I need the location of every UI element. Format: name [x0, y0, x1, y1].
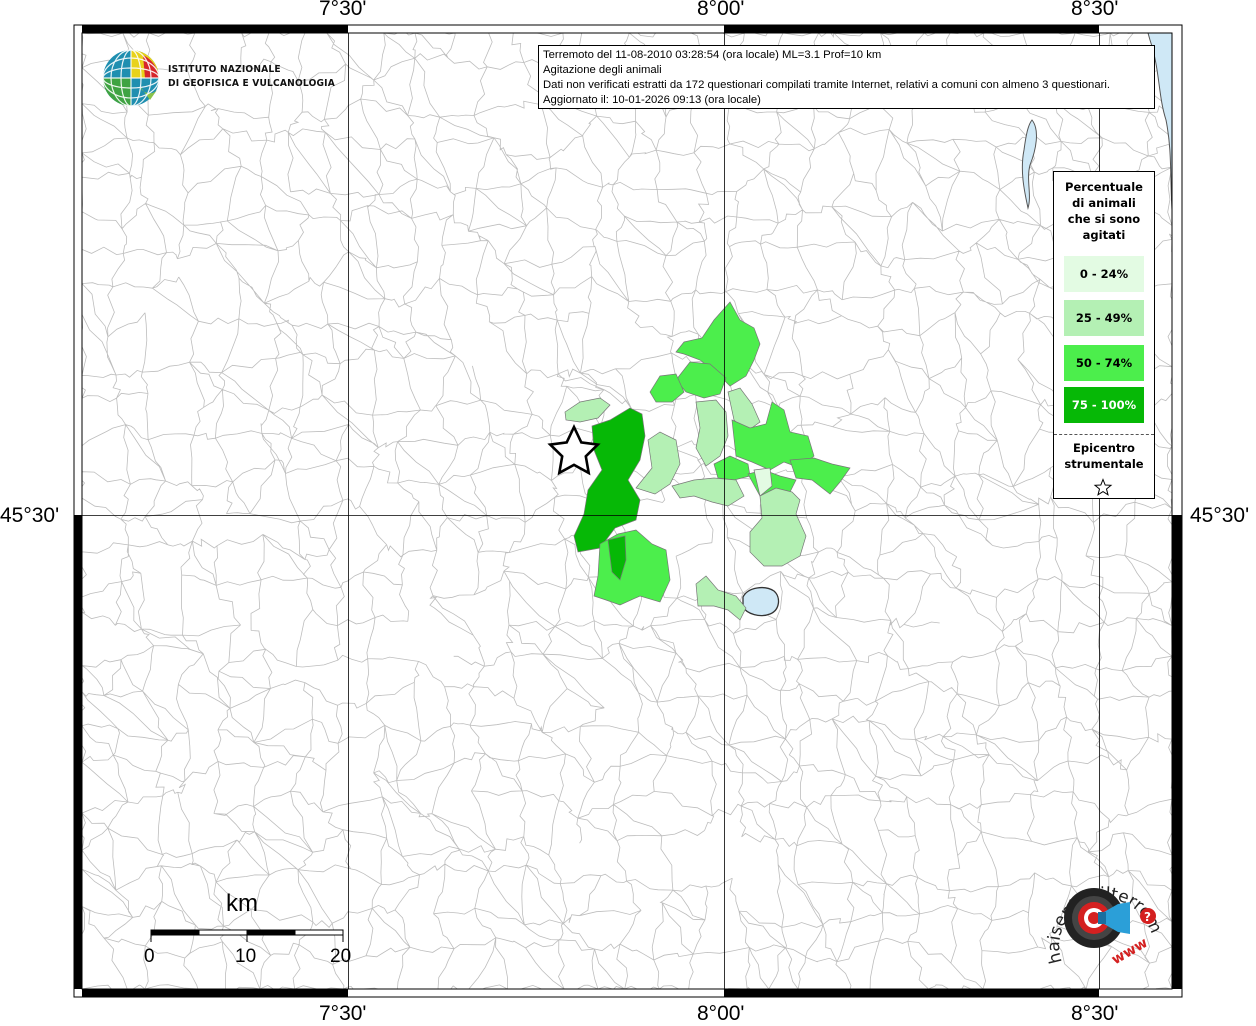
legend-title-line: che si sono [1067, 212, 1141, 226]
lake-shape [742, 586, 780, 617]
ingv-logo-line1: ISTITUTO NAZIONALE [168, 64, 281, 75]
info-updated-line: Aggiornato il: 10-01-2026 09:13 (ora loc… [543, 94, 761, 106]
legend-epicenter-label: Epicentro strumentale [1054, 440, 1154, 472]
longitude-label-bottom-8-30: 8°30' [1071, 1002, 1119, 1025]
longitude-label-top-7-30: 7°30' [319, 0, 367, 20]
map-canvas: haisentitoilterremoto.it ? www [0, 0, 1183, 998]
scale-bar-tick-0: 0 [144, 946, 155, 967]
info-title-line: Agitazione degli animali [543, 64, 662, 76]
longitude-label-bottom-7-30: 7°30' [319, 1002, 367, 1025]
longitude-label-top-8-30: 8°30' [1071, 0, 1119, 20]
info-event-line: Terremoto del 11-08-2010 03:28:54 (ora l… [543, 49, 882, 61]
legend-title-line: Percentuale [1065, 180, 1143, 194]
legend-class-50-74: 50 - 74% [1064, 345, 1144, 381]
legend-class-0-24: 0 - 24% [1064, 256, 1144, 292]
latitude-label-left: 45°30' [0, 504, 60, 527]
longitude-label-bottom-8-00: 8°00' [697, 1002, 745, 1025]
hsit-question-mark: ? [1144, 910, 1151, 924]
legend-class-75-100: 75 - 100% [1064, 387, 1144, 423]
legend: Percentuale di animali che si sono agita… [1053, 171, 1155, 499]
scale-bar-tick-10: 10 [235, 946, 257, 967]
star-icon [1093, 478, 1113, 496]
legend-epicenter-line: strumentale [1064, 457, 1144, 471]
legend-class-25-49: 25 - 49% [1064, 300, 1144, 336]
longitude-label-top-8-00: 8°00' [697, 0, 745, 20]
legend-title-line: di animali [1072, 196, 1136, 210]
scale-bar-unit: km [226, 890, 258, 917]
legend-epicenter-line: Epicentro [1073, 441, 1135, 455]
scale-bar-tick-20: 20 [330, 946, 352, 967]
legend-separator [1054, 434, 1154, 435]
ingv-logo-line2: DI GEOFISICA E VULCANOLOGIA [168, 78, 335, 89]
ingv-logo-globe-icon [102, 49, 160, 107]
info-source-line: Dati non verificati estratti da 172 ques… [543, 79, 1111, 91]
latitude-label-right: 45°30' [1190, 504, 1250, 527]
legend-title-line: agitati [1082, 228, 1126, 242]
earthquake-info-box: Terremoto del 11-08-2010 03:28:54 (ora l… [538, 45, 1155, 109]
legend-title: Percentuale di animali che si sono agita… [1054, 172, 1154, 243]
